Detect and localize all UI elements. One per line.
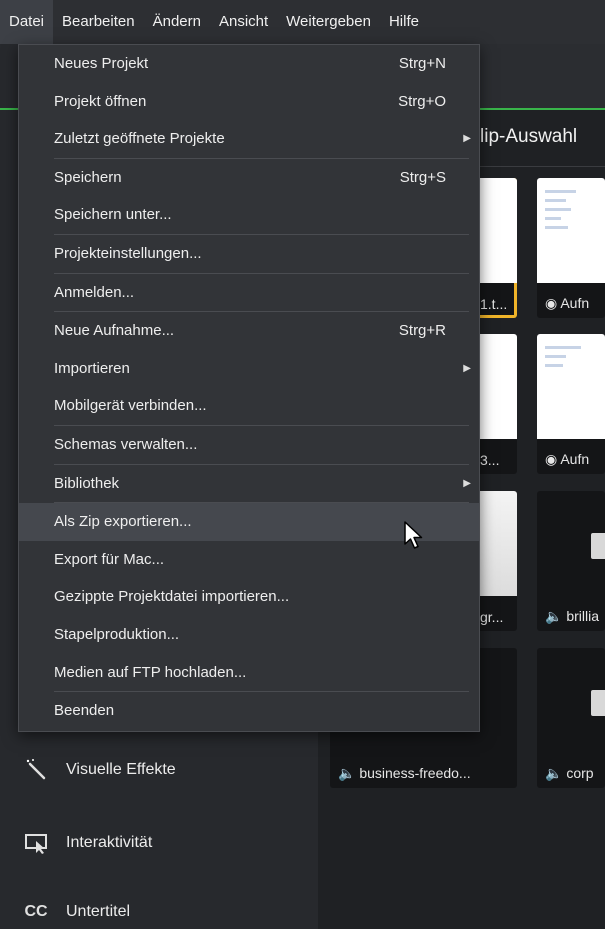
menu-item-save-as[interactable]: Speichern unter... (19, 196, 479, 234)
clip-tile[interactable]: ◉ Aufn (537, 334, 605, 474)
menu-item-connect-mobile[interactable]: Mobilgerät verbinden... (19, 387, 479, 425)
clip-label: ◉ Aufn (545, 451, 590, 467)
menu-item-upload-ftp[interactable]: Medien auf FTP hochladen... (19, 654, 479, 692)
menu-item-save[interactable]: Speichern Strg+S (19, 159, 479, 197)
menu-item-label: Bibliothek (54, 474, 120, 492)
menu-item-label: Speichern (54, 168, 122, 186)
menu-item-open-project[interactable]: Projekt öffnen Strg+O (19, 83, 479, 121)
menu-item-label: Stapelproduktion... (54, 625, 180, 643)
sidebar-item-label: Visuelle Effekte (66, 761, 176, 778)
shortcut-label: Strg+S (399, 168, 446, 186)
submenu-arrow-icon: ▶ (463, 477, 471, 489)
menu-item-sign-in[interactable]: Anmelden... (19, 274, 479, 312)
menu-bar: Datei Bearbeiten Ändern Ansicht Weiterge… (0, 0, 605, 44)
menu-item-new-project[interactable]: Neues Projekt Strg+N (19, 45, 479, 83)
menu-item-recent-projects[interactable]: Zuletzt geöffnete Projekte ▶ (19, 120, 479, 158)
magic-wand-icon (20, 758, 52, 782)
submenu-arrow-icon: ▶ (463, 362, 471, 374)
audio-tile[interactable]: 🔈 corp (537, 648, 605, 788)
menu-hilfe[interactable]: Hilfe (380, 0, 428, 44)
menu-item-new-recording[interactable]: Neue Aufnahme... Strg+R (19, 312, 479, 350)
clip-thumbnail (537, 178, 605, 283)
menu-ansicht[interactable]: Ansicht (210, 0, 277, 44)
menu-item-label: Speichern unter... (54, 206, 172, 224)
clip-label: ◉ Aufn (545, 295, 590, 311)
clip-panel-title: lip-Auswahl (480, 126, 578, 147)
menu-item-label: Beenden (54, 702, 115, 720)
menu-item-label: Importieren (54, 359, 130, 377)
menu-item-label: Export für Mac... (54, 550, 165, 568)
clip-label: gr... (480, 609, 504, 625)
menu-item-project-settings[interactable]: Projekteinstellungen... (19, 235, 479, 273)
menu-weitergeben[interactable]: Weitergeben (277, 0, 380, 44)
clip-thumbnail (537, 334, 605, 439)
submenu-arrow-icon: ▶ (463, 133, 471, 145)
menu-item-label: Neues Projekt (54, 55, 149, 72)
sidebar-item-captions[interactable]: CC Untertitel (20, 900, 130, 924)
sidebar-item-interactivity[interactable]: Interaktivität (20, 831, 152, 855)
clip-label: 🔈 business-freedo... (338, 765, 471, 781)
interactive-icon (20, 831, 52, 855)
mouse-cursor-icon (404, 521, 423, 549)
menu-bearbeiten[interactable]: Bearbeiten (53, 0, 144, 44)
clip-tile[interactable]: ◉ Aufn (537, 178, 605, 318)
menu-datei[interactable]: Datei (0, 0, 54, 44)
sidebar-item-visual-effects[interactable]: Visuelle Effekte (20, 758, 176, 782)
audio-icon-placeholder (591, 533, 605, 559)
menu-item-label: Schemas verwalten... (54, 435, 198, 453)
menu-item-label: Anmelden... (54, 283, 135, 301)
menu-item-import-zipped-project[interactable]: Gezippte Projektdatei importieren... (19, 578, 479, 616)
shortcut-label: Strg+R (398, 322, 446, 340)
shortcut-label: Strg+O (398, 92, 446, 110)
menu-item-exit[interactable]: Beenden (19, 692, 479, 730)
menu-aendern[interactable]: Ändern (144, 0, 210, 44)
clip-label: 3... (480, 452, 500, 468)
file-menu-dropdown: Neues Projekt Strg+N Projekt öffnen Strg… (18, 44, 480, 732)
clip-label: 🔈 brillia (545, 608, 599, 624)
menu-item-label: Mobilgerät verbinden... (54, 397, 207, 415)
menu-item-import[interactable]: Importieren ▶ (19, 350, 479, 388)
menu-item-label: Medien auf FTP hochladen... (54, 663, 247, 681)
sidebar-item-label: Interaktivität (66, 834, 153, 851)
menu-item-label: Zuletzt geöffnete Projekte (54, 130, 225, 148)
menu-item-label: Als Zip exportieren... (54, 513, 192, 531)
clip-label: 1.t... (480, 296, 508, 312)
shortcut-label: Strg+N (398, 55, 446, 72)
menu-item-manage-themes[interactable]: Schemas verwalten... (19, 426, 479, 464)
menu-item-batch-production[interactable]: Stapelproduktion... (19, 616, 479, 654)
menu-item-label: Gezippte Projektdatei importieren... (54, 588, 290, 606)
cc-icon: CC (24, 903, 48, 920)
audio-tile[interactable]: 🔈 brillia (537, 491, 605, 631)
menu-item-label: Projekt öffnen (54, 92, 147, 110)
menu-item-library[interactable]: Bibliothek ▶ (19, 465, 479, 503)
menu-item-label: Projekteinstellungen... (54, 244, 202, 262)
sidebar-item-label: Untertitel (66, 903, 131, 920)
clip-label: 🔈 corp (545, 765, 594, 781)
menu-item-label: Neue Aufnahme... (54, 322, 175, 340)
audio-icon-placeholder (591, 690, 605, 716)
